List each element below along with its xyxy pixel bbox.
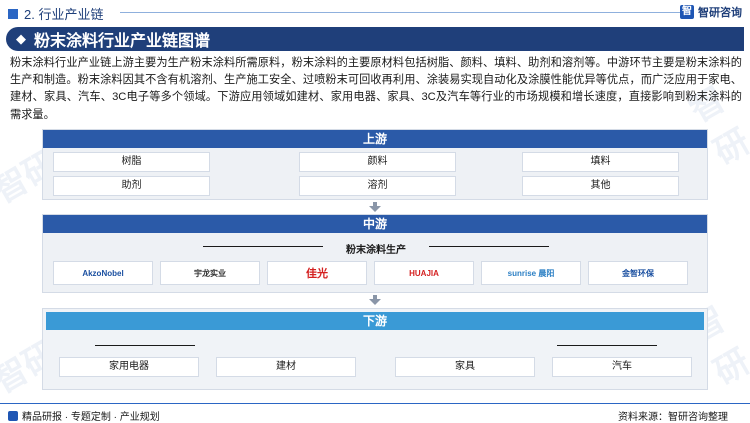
company-logo: sunrise 晨阳 — [481, 261, 581, 285]
upstream-item: 溶剂 — [299, 176, 456, 196]
company-logo-huajia: HUAJIA — [409, 268, 439, 278]
company-logo-jiaguang: 佳光 — [306, 268, 328, 280]
upstream-item: 助剂 — [53, 176, 210, 196]
title-bar: ◆ 粉末涂料行业产业链图谱 — [6, 27, 744, 51]
company-logo: 佳光 — [267, 261, 367, 285]
company-logo-akzonobel: AkzoNobel — [82, 268, 124, 278]
upstream-header: 上游 — [43, 130, 707, 148]
brand-logo: 智 智研咨询 — [680, 4, 742, 20]
upstream-item: 树脂 — [53, 152, 210, 172]
footer-tagline-text: 精品研报 · 专题定制 · 产业规划 — [22, 412, 160, 423]
brand-mark-icon: 智 — [680, 5, 694, 19]
square-icon — [8, 8, 18, 19]
midstream-header: 中游 — [43, 215, 707, 233]
company-logo: AkzoNobel — [53, 261, 153, 285]
midstream-box: 中游 粉末涂料生产 AkzoNobel 宇龙实业 佳光 HUAJIA sunri… — [42, 214, 708, 293]
brand-name: 智研咨询 — [698, 7, 742, 19]
report-icon — [8, 410, 18, 421]
page-title: 粉末涂料行业产业链图谱 — [34, 33, 211, 50]
footer-tagline: 精品研报 · 专题定制 · 产业规划 — [8, 408, 160, 423]
upstream-item: 填料 — [522, 152, 679, 172]
upstream-box: 上游 树脂 颜料 填料 助剂 溶剂 其他 — [42, 129, 708, 200]
footer-source: 资料来源：智研咨询整理 — [618, 412, 728, 423]
description-paragraph: 粉末涂料行业产业链上游主要为生产粉末涂料所需原料，粉末涂料的主要原材料包括树脂、… — [10, 57, 742, 121]
midstream-subtitle: 粉末涂料生产 — [346, 245, 406, 256]
section-label: 2. 行业产业链 — [8, 4, 103, 23]
divider — [95, 345, 195, 346]
company-logo: 金智环保 — [588, 261, 688, 285]
upstream-item: 其他 — [522, 176, 679, 196]
company-logo: HUAJIA — [374, 261, 474, 285]
downstream-item: 汽车 — [552, 357, 692, 377]
company-logo-jinzhi: 金智环保 — [622, 268, 654, 278]
downstream-item: 家具 — [395, 357, 535, 377]
arrow-down-icon — [369, 202, 381, 212]
upstream-item: 颜料 — [299, 152, 456, 172]
downstream-box: 下游 家用电器 建材 家具 汽车 — [42, 308, 708, 390]
divider — [557, 345, 657, 346]
diamond-icon: ◆ — [16, 31, 26, 46]
company-logo-sunrise: sunrise 晨阳 — [507, 268, 555, 278]
company-logo-yulong: 宇龙实业 — [194, 268, 226, 278]
top-bar: 2. 行业产业链 智 智研咨询 — [0, 0, 750, 24]
footer-divider — [0, 403, 750, 404]
arrow-down-icon — [369, 295, 381, 305]
downstream-header: 下游 — [46, 312, 704, 330]
downstream-item: 建材 — [216, 357, 356, 377]
section-label-text: 2. 行业产业链 — [24, 7, 104, 22]
downstream-item: 家用电器 — [59, 357, 199, 377]
divider — [120, 12, 680, 13]
company-logo: 宇龙实业 — [160, 261, 260, 285]
